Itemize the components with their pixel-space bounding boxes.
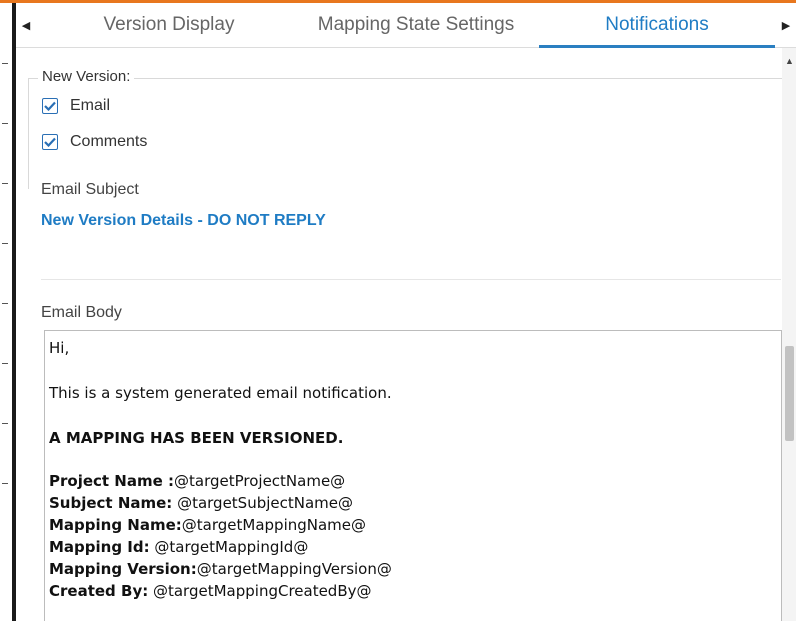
- field-key: Subject Name:: [49, 494, 173, 512]
- field-value: @targetMappingCreatedBy@: [148, 582, 372, 600]
- email-subject-label: Email Subject: [41, 181, 139, 198]
- vertical-scrollbar[interactable]: ▲: [782, 48, 796, 621]
- body-headline-text: A MAPPING HAS BEEN VERSIONED.: [49, 429, 344, 447]
- field-value: @targetSubjectName@: [172, 494, 353, 512]
- email-body-label: Email Body: [41, 304, 122, 321]
- body-field-created-by: Created By: @targetMappingCreatedBy@: [49, 582, 372, 600]
- body-field-project-name: Project Name :@targetProjectName@: [49, 472, 345, 490]
- body-headline: A MAPPING HAS BEEN VERSIONED.: [49, 429, 343, 447]
- checkbox-checked-icon[interactable]: [42, 98, 58, 114]
- tab-scroll-right-icon[interactable]: ▶: [776, 3, 796, 47]
- rail-tick: [2, 183, 8, 184]
- comments-checkbox[interactable]: Comments: [42, 133, 147, 151]
- rail-tick: [2, 303, 8, 304]
- email-checkbox-label: Email: [70, 97, 111, 114]
- field-key: Created By:: [49, 582, 149, 600]
- tab-version-display[interactable]: Version Display: [64, 3, 274, 47]
- scrollbar-thumb[interactable]: [785, 346, 794, 441]
- field-value: @targetProjectName@: [174, 472, 346, 490]
- field-key: Mapping Version:: [49, 560, 197, 578]
- field-value: @targetMappingVersion@: [196, 560, 392, 578]
- tab-mapping-state-settings[interactable]: Mapping State Settings: [288, 3, 544, 47]
- field-key: Project Name :: [49, 472, 174, 490]
- rail-tick: [2, 423, 8, 424]
- email-body-editor[interactable]: Hi, This is a system generated email not…: [44, 330, 782, 621]
- body-intro: This is a system generated email notific…: [49, 384, 392, 402]
- rail-tick: [2, 363, 8, 364]
- new-version-legend: New Version:: [38, 68, 135, 85]
- rail-tick: [2, 123, 8, 124]
- email-checkbox[interactable]: Email: [42, 97, 110, 115]
- field-value: @targetMappingId@: [149, 538, 309, 556]
- section-divider: [41, 279, 781, 280]
- tab-notifications[interactable]: Notifications: [539, 3, 775, 48]
- rail-tick: [2, 63, 8, 64]
- rail-tick: [2, 483, 8, 484]
- body-field-subject-name: Subject Name: @targetSubjectName@: [49, 494, 353, 512]
- body-field-mapping-name: Mapping Name:@targetMappingName@: [49, 516, 366, 534]
- field-key: Mapping Name:: [49, 516, 182, 534]
- scroll-up-icon[interactable]: ▲: [785, 56, 794, 66]
- field-value: @targetMappingName@: [181, 516, 367, 534]
- rail-tick: [2, 243, 8, 244]
- notifications-panel: New Version: Email Comments Email Subjec…: [16, 48, 793, 621]
- body-greeting: Hi,: [49, 339, 70, 357]
- email-subject-value[interactable]: New Version Details - DO NOT REPLY: [41, 212, 326, 230]
- field-key: Mapping Id:: [49, 538, 150, 556]
- tab-bar: ◀ Version Display Mapping State Settings…: [16, 3, 796, 48]
- checkbox-checked-icon[interactable]: [42, 134, 58, 150]
- body-field-mapping-id: Mapping Id: @targetMappingId@: [49, 538, 308, 556]
- tab-scroll-left-icon[interactable]: ◀: [16, 3, 36, 47]
- body-field-mapping-version: Mapping Version:@targetMappingVersion@: [49, 560, 392, 578]
- comments-checkbox-label: Comments: [70, 133, 148, 150]
